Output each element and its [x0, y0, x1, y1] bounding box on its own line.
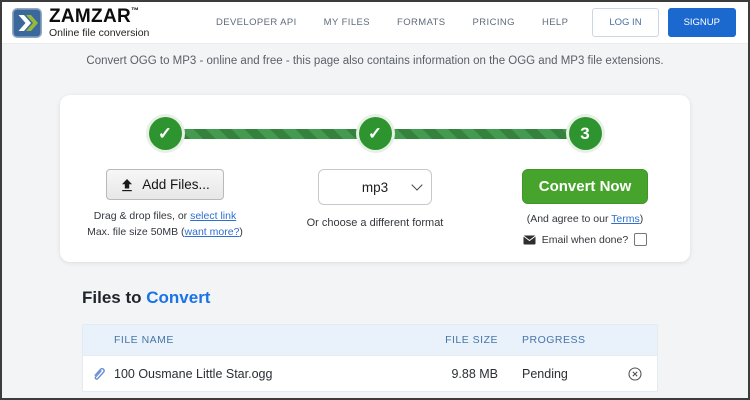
- column-header-file-size: FILE SIZE: [445, 334, 498, 346]
- converter-card: ✓ ✓ 3 Add Files... Drag & drop files, or…: [60, 95, 690, 262]
- cancel-file-icon[interactable]: [627, 366, 642, 381]
- convert-now-button[interactable]: Convert Now: [521, 169, 649, 204]
- files-table: FILE NAME FILE SIZE PROGRESS 100 Ousmane…: [82, 324, 658, 392]
- add-files-column: Add Files... Drag & drop files, or selec…: [60, 169, 270, 246]
- format-column: mp3 Or choose a different format: [270, 169, 480, 246]
- terms-line: (And agree to our Terms): [526, 213, 644, 225]
- login-button[interactable]: LOG IN: [592, 8, 659, 37]
- max-size-text: Max. file size 50MB (: [87, 226, 185, 239]
- email-when-done-label: Email when done?: [541, 233, 629, 246]
- add-files-button[interactable]: Add Files...: [106, 169, 224, 200]
- nav-item-my-files[interactable]: MY FILES: [324, 17, 370, 28]
- terms-link[interactable]: Terms: [611, 213, 640, 225]
- main-nav: DEVELOPER API MY FILES FORMATS PRICING H…: [216, 17, 568, 28]
- email-when-done-row: Email when done?: [522, 233, 648, 246]
- signup-button[interactable]: SIGNUP: [667, 8, 736, 37]
- zamzar-logo-icon: [12, 7, 42, 38]
- files-table-header: FILE NAME FILE SIZE PROGRESS: [83, 325, 657, 355]
- nav-item-formats[interactable]: FORMATS: [397, 17, 446, 28]
- zamzar-logo[interactable]: ZAMZAR™ Online file conversion: [12, 5, 150, 39]
- row-progress: Pending: [522, 366, 568, 381]
- page-subtitle: Convert OGG to MP3 - online and free - t…: [86, 55, 664, 67]
- files-section-title: Files to Convert: [82, 288, 211, 307]
- progress-stepper: ✓ ✓ 3: [60, 116, 690, 152]
- envelope-icon: [522, 235, 536, 245]
- brand-tagline: Online file conversion: [49, 26, 150, 39]
- nav-item-developer-api[interactable]: DEVELOPER API: [216, 17, 297, 28]
- row-file-name: 100 Ousmane Little Star.ogg: [114, 366, 273, 381]
- row-file-size: 9.88 MB: [451, 366, 498, 381]
- step-1-done-check-icon: ✓: [148, 117, 182, 150]
- format-caption: Or choose a different format: [306, 217, 444, 229]
- step-3-badge: 3: [568, 117, 602, 150]
- brand-name: ZAMZAR™: [49, 5, 140, 27]
- nav-item-help[interactable]: HELP: [542, 17, 568, 28]
- add-files-label: Add Files...: [142, 177, 210, 192]
- paperclip-icon: [83, 366, 114, 381]
- brand-text: ZAMZAR™ Online file conversion: [49, 5, 150, 39]
- select-link[interactable]: select link: [190, 210, 236, 222]
- add-files-caption: Drag & drop files, or select link Max. f…: [87, 210, 243, 239]
- email-when-done-checkbox[interactable]: [634, 233, 648, 246]
- want-more-link[interactable]: want more?: [185, 226, 240, 238]
- format-select-value: mp3: [361, 179, 389, 195]
- step-2-done-check-icon: ✓: [358, 117, 392, 150]
- table-row: 100 Ousmane Little Star.ogg 9.88 MB Pend…: [83, 355, 657, 391]
- drag-drop-text: Drag & drop files, or: [93, 210, 191, 222]
- header: ZAMZAR™ Online file conversion DEVELOPER…: [2, 2, 748, 44]
- format-select[interactable]: mp3: [318, 169, 432, 205]
- zamzar-page: ZAMZAR™ Online file conversion DEVELOPER…: [0, 0, 750, 400]
- chevron-down-icon: [411, 179, 423, 191]
- column-header-file-name: FILE NAME: [114, 334, 174, 346]
- convert-column: Convert Now (And agree to our Terms) Ema…: [480, 169, 690, 246]
- upload-icon: [120, 178, 134, 192]
- main-content: Convert OGG to MP3 - online and free - t…: [2, 44, 748, 398]
- nav-item-pricing[interactable]: PRICING: [473, 17, 515, 28]
- files-section: Files to Convert FILE NAME FILE SIZE PRO…: [2, 288, 748, 392]
- column-header-progress: PROGRESS: [522, 334, 586, 346]
